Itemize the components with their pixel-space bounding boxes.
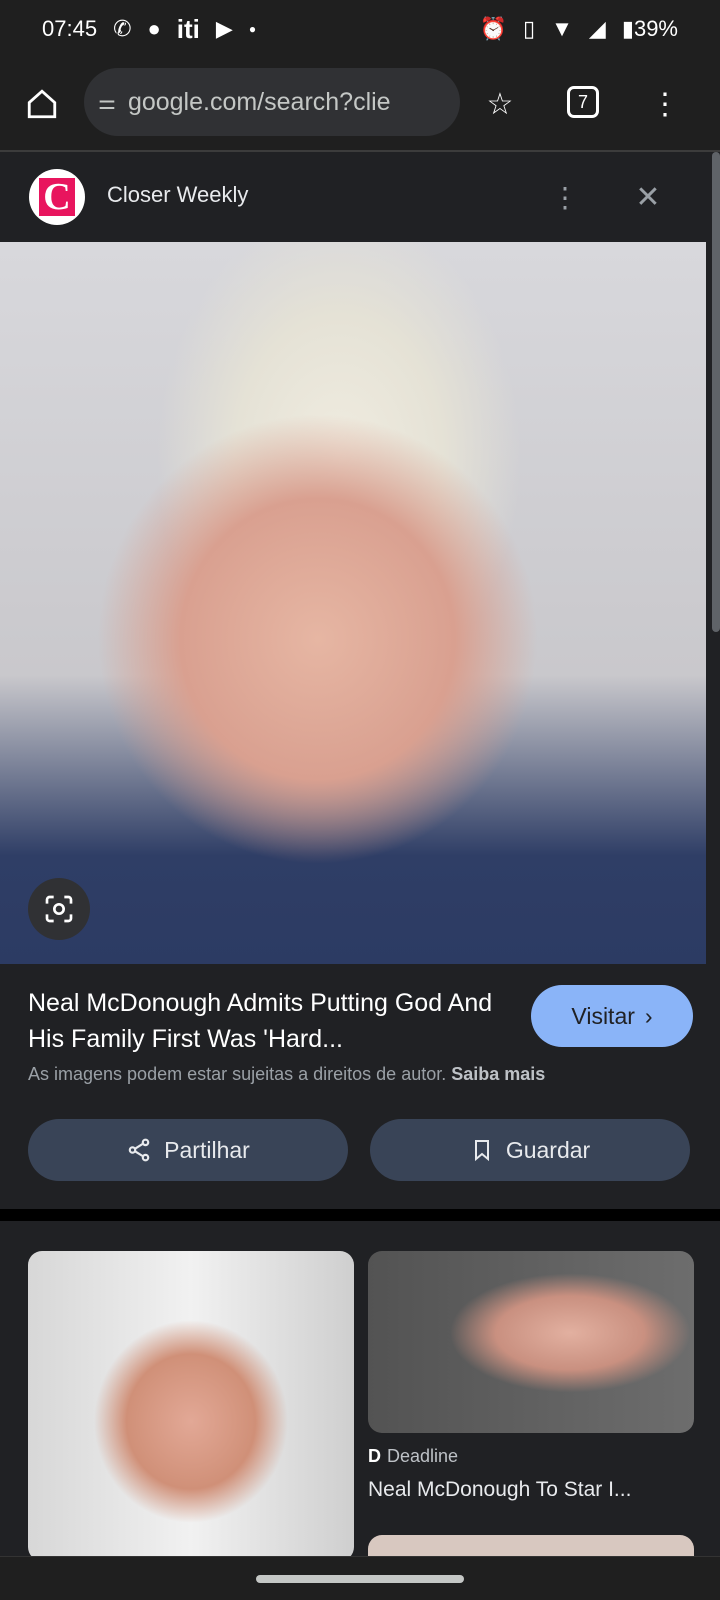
gesture-handle[interactable]	[256, 1575, 464, 1583]
signal-icon: ◢	[588, 16, 606, 41]
navigation-bar	[0, 1556, 720, 1600]
save-button[interactable]: Guardar	[370, 1119, 690, 1181]
related-source: D Deadline	[368, 1446, 459, 1466]
deadline-logo-icon: D	[368, 1446, 381, 1466]
status-bar: 07:45 ✆ ● iti ▶ ● ⏰ ▯ ▼ ◢ ▮39%	[0, 0, 720, 58]
menu-icon[interactable]: ⋮	[650, 84, 680, 124]
related-image[interactable]	[28, 1251, 354, 1561]
iti-app-icon: iti	[176, 13, 200, 44]
copyright-notice: As imagens podem estar sujeitas a direit…	[28, 1064, 546, 1084]
learn-more-link[interactable]: Saiba mais	[451, 1064, 545, 1084]
close-icon[interactable]: ✕	[628, 177, 668, 217]
save-label: Guardar	[505, 1136, 591, 1163]
battery-icon: ▮39%	[621, 16, 678, 41]
source-logo: C	[29, 169, 85, 225]
lens-icon	[45, 895, 73, 923]
more-options-icon[interactable]: ⋮	[550, 177, 580, 217]
google-lens-button[interactable]	[28, 878, 90, 940]
browser-toolbar: ⚌ google.com/search?clie ☆ 7 ⋮	[0, 58, 720, 150]
related-title[interactable]: Neal McDonough To Star I...	[368, 1478, 631, 1502]
url-text: google.com/search?clie	[127, 87, 391, 116]
more-notifications-dot: ●	[248, 22, 257, 36]
tab-switcher-button[interactable]: 7	[567, 86, 599, 118]
share-icon	[128, 1138, 150, 1162]
section-divider	[0, 1209, 720, 1221]
alarm-icon: ⏰	[479, 16, 508, 41]
result-title[interactable]: Neal McDonough Admits Putting God And Hi…	[28, 985, 508, 1057]
battery-level: 39%	[633, 16, 678, 41]
related-image[interactable]	[368, 1251, 694, 1433]
wifi-icon: ▼	[551, 16, 573, 41]
site-settings-icon[interactable]: ⚌	[98, 90, 116, 115]
youtube-icon: ▶	[215, 16, 233, 41]
bookmark-icon	[474, 1140, 489, 1162]
main-image[interactable]	[0, 242, 706, 964]
vibrate-icon: ▯	[523, 16, 536, 41]
share-button[interactable]: Partilhar	[28, 1119, 348, 1181]
home-icon	[27, 89, 57, 119]
address-bar[interactable]: ⚌ google.com/search?clie	[84, 68, 460, 136]
scrollbar[interactable]	[712, 152, 720, 632]
whatsapp-icon: ✆	[113, 16, 132, 41]
bookmark-star-button[interactable]: ☆	[480, 84, 520, 124]
source-name: Closer Weekly	[107, 182, 249, 207]
share-label: Partilhar	[164, 1136, 250, 1163]
source-header: C Closer Weekly ⋮ ✕	[0, 152, 706, 242]
visit-button[interactable]: Visitar ›	[531, 985, 693, 1047]
home-button[interactable]	[22, 84, 62, 124]
chat-icon: ●	[147, 16, 161, 41]
clock: 07:45	[42, 16, 98, 41]
chevron-right-icon: ›	[644, 1002, 653, 1029]
visit-label: Visitar	[571, 1002, 635, 1029]
